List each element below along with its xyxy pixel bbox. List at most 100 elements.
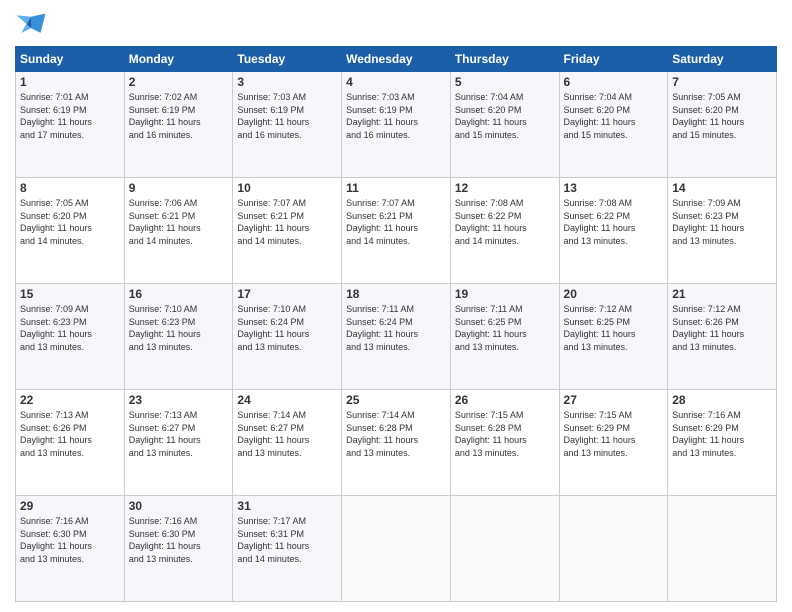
calendar-day-cell: 19 Sunrise: 7:11 AM Sunset: 6:25 PM Dayli…: [450, 284, 559, 390]
day-number: 9: [129, 181, 229, 195]
calendar-day-cell: 7 Sunrise: 7:05 AM Sunset: 6:20 PM Daylig…: [668, 72, 777, 178]
calendar-week-2: 8 Sunrise: 7:05 AM Sunset: 6:20 PM Daylig…: [16, 178, 777, 284]
calendar-day-cell: 16 Sunrise: 7:10 AM Sunset: 6:23 PM Dayli…: [124, 284, 233, 390]
calendar-day-cell: 27 Sunrise: 7:15 AM Sunset: 6:29 PM Dayli…: [559, 390, 668, 496]
calendar-day-cell: 25 Sunrise: 7:14 AM Sunset: 6:28 PM Dayli…: [342, 390, 451, 496]
calendar-day-cell: 22 Sunrise: 7:13 AM Sunset: 6:26 PM Dayli…: [16, 390, 125, 496]
calendar-day-cell: 24 Sunrise: 7:14 AM Sunset: 6:27 PM Dayli…: [233, 390, 342, 496]
day-info: Sunrise: 7:11 AM Sunset: 6:24 PM Dayligh…: [346, 303, 446, 353]
day-info: Sunrise: 7:16 AM Sunset: 6:30 PM Dayligh…: [20, 515, 120, 565]
day-info: Sunrise: 7:03 AM Sunset: 6:19 PM Dayligh…: [237, 91, 337, 141]
day-info: Sunrise: 7:04 AM Sunset: 6:20 PM Dayligh…: [564, 91, 664, 141]
calendar-week-3: 15 Sunrise: 7:09 AM Sunset: 6:23 PM Dayli…: [16, 284, 777, 390]
day-info: Sunrise: 7:11 AM Sunset: 6:25 PM Dayligh…: [455, 303, 555, 353]
calendar-week-1: 1 Sunrise: 7:01 AM Sunset: 6:19 PM Daylig…: [16, 72, 777, 178]
day-number: 14: [672, 181, 772, 195]
day-number: 11: [346, 181, 446, 195]
day-info: Sunrise: 7:03 AM Sunset: 6:19 PM Dayligh…: [346, 91, 446, 141]
day-number: 23: [129, 393, 229, 407]
calendar-day-cell: 11 Sunrise: 7:07 AM Sunset: 6:21 PM Dayli…: [342, 178, 451, 284]
day-info: Sunrise: 7:17 AM Sunset: 6:31 PM Dayligh…: [237, 515, 337, 565]
calendar-week-5: 29 Sunrise: 7:16 AM Sunset: 6:30 PM Dayli…: [16, 496, 777, 602]
day-number: 24: [237, 393, 337, 407]
calendar-day-cell: 3 Sunrise: 7:03 AM Sunset: 6:19 PM Daylig…: [233, 72, 342, 178]
day-number: 20: [564, 287, 664, 301]
day-info: Sunrise: 7:16 AM Sunset: 6:29 PM Dayligh…: [672, 409, 772, 459]
day-number: 28: [672, 393, 772, 407]
calendar-day-cell: 29 Sunrise: 7:16 AM Sunset: 6:30 PM Dayli…: [16, 496, 125, 602]
calendar-day-cell: 10Sunrise: 7:07 AM Sunset: 6:21 PM Dayli…: [233, 178, 342, 284]
day-number: 3: [237, 75, 337, 89]
day-info: Sunrise: 7:15 AM Sunset: 6:28 PM Dayligh…: [455, 409, 555, 459]
day-info: Sunrise: 7:01 AM Sunset: 6:19 PM Dayligh…: [20, 91, 120, 141]
calendar-day-cell: 13 Sunrise: 7:08 AM Sunset: 6:22 PM Dayli…: [559, 178, 668, 284]
logo-bird-icon: [15, 10, 47, 38]
calendar-day-cell: 6 Sunrise: 7:04 AM Sunset: 6:20 PM Daylig…: [559, 72, 668, 178]
day-number: 6: [564, 75, 664, 89]
day-number: 2: [129, 75, 229, 89]
day-info: Sunrise: 7:09 AM Sunset: 6:23 PM Dayligh…: [20, 303, 120, 353]
calendar-day-cell: 28 Sunrise: 7:16 AM Sunset: 6:29 PM Dayli…: [668, 390, 777, 496]
calendar-day-cell: 15 Sunrise: 7:09 AM Sunset: 6:23 PM Dayli…: [16, 284, 125, 390]
day-info: Sunrise: 7:07 AM Sunset: 6:21 PM Dayligh…: [237, 197, 337, 247]
calendar-day-cell: 21 Sunrise: 7:12 AM Sunset: 6:26 PM Dayli…: [668, 284, 777, 390]
day-info: Sunrise: 7:15 AM Sunset: 6:29 PM Dayligh…: [564, 409, 664, 459]
calendar-day-cell: 26Sunrise: 7:15 AM Sunset: 6:28 PM Dayli…: [450, 390, 559, 496]
day-number: 13: [564, 181, 664, 195]
calendar-day-cell: 17Sunrise: 7:10 AM Sunset: 6:24 PM Dayli…: [233, 284, 342, 390]
day-info: Sunrise: 7:08 AM Sunset: 6:22 PM Dayligh…: [564, 197, 664, 247]
calendar-day-cell: 31 Sunrise: 7:17 AM Sunset: 6:31 PM Dayli…: [233, 496, 342, 602]
day-info: Sunrise: 7:16 AM Sunset: 6:30 PM Dayligh…: [129, 515, 229, 565]
day-number: 15: [20, 287, 120, 301]
day-number: 31: [237, 499, 337, 513]
day-number: 29: [20, 499, 120, 513]
page: SundayMondayTuesdayWednesdayThursdayFrid…: [0, 0, 792, 612]
day-info: Sunrise: 7:05 AM Sunset: 6:20 PM Dayligh…: [672, 91, 772, 141]
calendar-header-row: SundayMondayTuesdayWednesdayThursdayFrid…: [16, 47, 777, 72]
day-info: Sunrise: 7:14 AM Sunset: 6:28 PM Dayligh…: [346, 409, 446, 459]
calendar-day-cell: 8 Sunrise: 7:05 AM Sunset: 6:20 PM Daylig…: [16, 178, 125, 284]
day-info: Sunrise: 7:10 AM Sunset: 6:23 PM Dayligh…: [129, 303, 229, 353]
day-info: Sunrise: 7:13 AM Sunset: 6:27 PM Dayligh…: [129, 409, 229, 459]
day-number: 22: [20, 393, 120, 407]
day-number: 16: [129, 287, 229, 301]
calendar-day-cell: [559, 496, 668, 602]
weekday-header-wednesday: Wednesday: [342, 47, 451, 72]
day-number: 7: [672, 75, 772, 89]
calendar-day-cell: 5Sunrise: 7:04 AM Sunset: 6:20 PM Daylig…: [450, 72, 559, 178]
calendar-day-cell: 12Sunrise: 7:08 AM Sunset: 6:22 PM Dayli…: [450, 178, 559, 284]
header: [15, 10, 777, 38]
calendar-day-cell: 30 Sunrise: 7:16 AM Sunset: 6:30 PM Dayli…: [124, 496, 233, 602]
day-info: Sunrise: 7:10 AM Sunset: 6:24 PM Dayligh…: [237, 303, 337, 353]
day-number: 19: [455, 287, 555, 301]
calendar-day-cell: 1 Sunrise: 7:01 AM Sunset: 6:19 PM Daylig…: [16, 72, 125, 178]
calendar-day-cell: 23 Sunrise: 7:13 AM Sunset: 6:27 PM Dayli…: [124, 390, 233, 496]
calendar-body: 1 Sunrise: 7:01 AM Sunset: 6:19 PM Daylig…: [16, 72, 777, 602]
weekday-header-sunday: Sunday: [16, 47, 125, 72]
day-info: Sunrise: 7:12 AM Sunset: 6:25 PM Dayligh…: [564, 303, 664, 353]
calendar-day-cell: 18 Sunrise: 7:11 AM Sunset: 6:24 PM Dayli…: [342, 284, 451, 390]
day-number: 25: [346, 393, 446, 407]
day-info: Sunrise: 7:13 AM Sunset: 6:26 PM Dayligh…: [20, 409, 120, 459]
weekday-header-thursday: Thursday: [450, 47, 559, 72]
day-info: Sunrise: 7:05 AM Sunset: 6:20 PM Dayligh…: [20, 197, 120, 247]
day-info: Sunrise: 7:12 AM Sunset: 6:26 PM Dayligh…: [672, 303, 772, 353]
day-number: 8: [20, 181, 120, 195]
day-number: 18: [346, 287, 446, 301]
day-number: 21: [672, 287, 772, 301]
day-number: 27: [564, 393, 664, 407]
calendar-day-cell: [342, 496, 451, 602]
day-number: 1: [20, 75, 120, 89]
day-info: Sunrise: 7:02 AM Sunset: 6:19 PM Dayligh…: [129, 91, 229, 141]
calendar-day-cell: [450, 496, 559, 602]
day-info: Sunrise: 7:14 AM Sunset: 6:27 PM Dayligh…: [237, 409, 337, 459]
calendar-day-cell: 20 Sunrise: 7:12 AM Sunset: 6:25 PM Dayli…: [559, 284, 668, 390]
day-number: 4: [346, 75, 446, 89]
calendar-day-cell: 4 Sunrise: 7:03 AM Sunset: 6:19 PM Daylig…: [342, 72, 451, 178]
calendar-table: SundayMondayTuesdayWednesdayThursdayFrid…: [15, 46, 777, 602]
day-info: Sunrise: 7:07 AM Sunset: 6:21 PM Dayligh…: [346, 197, 446, 247]
day-number: 30: [129, 499, 229, 513]
weekday-header-tuesday: Tuesday: [233, 47, 342, 72]
weekday-header-friday: Friday: [559, 47, 668, 72]
day-number: 12: [455, 181, 555, 195]
